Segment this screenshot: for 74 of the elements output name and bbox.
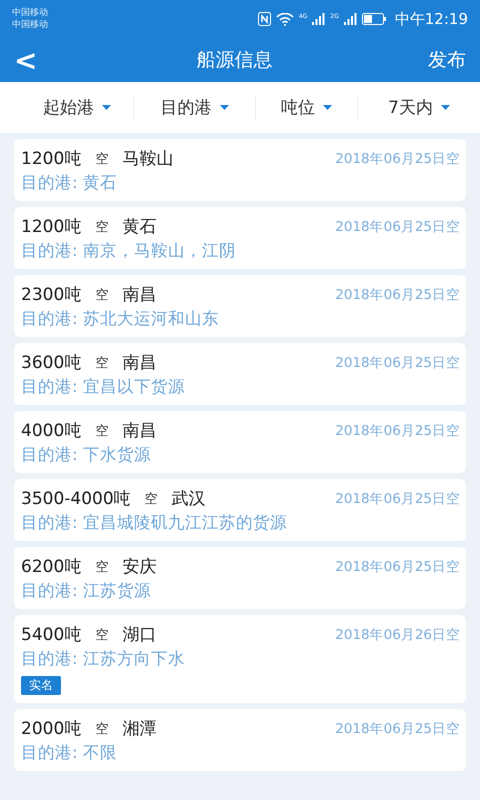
date-text: 2018年06月25日空 bbox=[335, 354, 460, 372]
date-text: 2018年06月25日空 bbox=[335, 422, 460, 440]
tonnage: 3600吨 bbox=[21, 352, 82, 374]
departure-port: 安庆 bbox=[122, 556, 156, 578]
destination-text: 目的港: 江苏货源 bbox=[21, 580, 152, 602]
caret-icon bbox=[440, 105, 450, 110]
ship-card[interactable]: 2300吨 空 南昌 2018年06月25日空 目的港: 苏北大运河和山东 bbox=[14, 275, 466, 337]
ship-card[interactable]: 5400吨 空 湖口 2018年06月26日空 目的港: 江苏方向下水 实名 bbox=[14, 615, 466, 703]
carrier-name: 中国移动 bbox=[12, 19, 48, 31]
tonnage: 4000吨 bbox=[21, 420, 82, 442]
ship-status: 空 bbox=[95, 558, 108, 576]
tonnage: 2000吨 bbox=[21, 718, 82, 740]
date-text: 2018年06月25日空 bbox=[335, 720, 460, 738]
date-text: 2018年06月25日空 bbox=[335, 150, 460, 168]
back-button[interactable]: < bbox=[10, 44, 42, 76]
date-text: 2018年06月25日空 bbox=[335, 558, 460, 576]
departure-port: 马鞍山 bbox=[122, 148, 174, 170]
filter-dropdown[interactable]: 吨位 bbox=[255, 96, 357, 120]
ship-card[interactable]: 4000吨 空 南昌 2018年06月25日空 目的港: 下水货源 bbox=[14, 411, 466, 473]
departure-port: 南昌 bbox=[122, 284, 156, 306]
filter-dropdown[interactable]: 7天内 bbox=[357, 96, 480, 120]
ship-status: 空 bbox=[95, 218, 108, 236]
ship-status: 空 bbox=[95, 354, 108, 372]
clock-time: 中午12:19 bbox=[394, 10, 468, 28]
destination-text: 目的港: 黄石 bbox=[21, 172, 118, 194]
ship-card[interactable]: 3600吨 空 南昌 2018年06月25日空 目的港: 宜昌以下货源 bbox=[14, 343, 466, 405]
signal-icon bbox=[344, 13, 357, 25]
ship-card[interactable]: 3500-4000吨 空 武汉 2018年06月25日空 目的港: 宜昌城陵矶九江江苏的货源 bbox=[14, 479, 466, 541]
destination-text: 目的港: 江苏方向下水 bbox=[21, 648, 186, 670]
caret-icon bbox=[102, 105, 111, 110]
wifi-icon bbox=[276, 12, 294, 26]
departure-port: 南昌 bbox=[122, 352, 156, 374]
tonnage: 6200吨 bbox=[21, 556, 82, 578]
carrier-name: 中国移动 bbox=[12, 7, 48, 19]
tonnage: 2300吨 bbox=[21, 284, 82, 306]
nfc-icon bbox=[258, 12, 271, 26]
departure-port: 湖口 bbox=[122, 624, 156, 646]
ship-status: 空 bbox=[95, 626, 108, 644]
tonnage: 1200吨 bbox=[21, 148, 82, 170]
date-text: 2018年06月25日空 bbox=[335, 218, 460, 236]
filter-dropdown[interactable]: 起始港 bbox=[0, 96, 133, 120]
ship-card[interactable]: 1200吨 空 马鞍山 2018年06月25日空 目的港: 黄石 bbox=[14, 139, 466, 201]
departure-port: 南昌 bbox=[122, 420, 156, 442]
ship-status: 空 bbox=[95, 150, 108, 168]
departure-port: 黄石 bbox=[122, 216, 156, 238]
verified-tag: 实名 bbox=[21, 676, 61, 695]
destination-text: 目的港: 南京，马鞍山，江阴 bbox=[21, 240, 237, 262]
filter-dropdown[interactable]: 目的港 bbox=[133, 96, 255, 120]
tonnage: 1200吨 bbox=[21, 216, 82, 238]
signal-icon bbox=[312, 13, 326, 25]
destination-text: 目的港: 宜昌城陵矶九江江苏的货源 bbox=[21, 512, 288, 534]
ship-status: 空 bbox=[95, 286, 108, 304]
date-text: 2018年06月26日空 bbox=[335, 626, 460, 644]
ship-status: 空 bbox=[95, 422, 108, 440]
tonnage: 3500-4000吨 bbox=[21, 488, 131, 510]
ship-card[interactable]: 6200吨 空 安庆 2018年06月25日空 目的港: 江苏货源 bbox=[14, 547, 466, 609]
ship-status: 空 bbox=[144, 490, 158, 508]
ship-card[interactable]: 2000吨 空 湘潭 2018年06月25日空 目的港: 不限 bbox=[14, 709, 466, 771]
date-text: 2018年06月25日空 bbox=[335, 286, 460, 304]
departure-port: 武汉 bbox=[172, 488, 206, 510]
publish-button[interactable]: 发布 bbox=[428, 47, 466, 73]
page-title: 船源信息 bbox=[196, 48, 273, 73]
caret-icon bbox=[220, 105, 228, 110]
destination-text: 目的港: 宜昌以下货源 bbox=[21, 376, 186, 398]
caret-icon bbox=[323, 105, 332, 110]
destination-text: 目的港: 苏北大运河和山东 bbox=[21, 308, 220, 330]
date-text: 2018年06月25日空 bbox=[335, 490, 460, 508]
tonnage: 5400吨 bbox=[21, 624, 82, 646]
destination-text: 目的港: 不限 bbox=[21, 742, 118, 764]
ship-card[interactable]: 1200吨 空 黄石 2018年06月25日空 目的港: 南京，马鞍山，江阴 bbox=[14, 207, 466, 269]
battery-icon bbox=[362, 13, 386, 25]
departure-port: 湘潭 bbox=[122, 718, 156, 740]
ship-status: 空 bbox=[95, 720, 108, 738]
destination-text: 目的港: 下水货源 bbox=[21, 444, 152, 466]
